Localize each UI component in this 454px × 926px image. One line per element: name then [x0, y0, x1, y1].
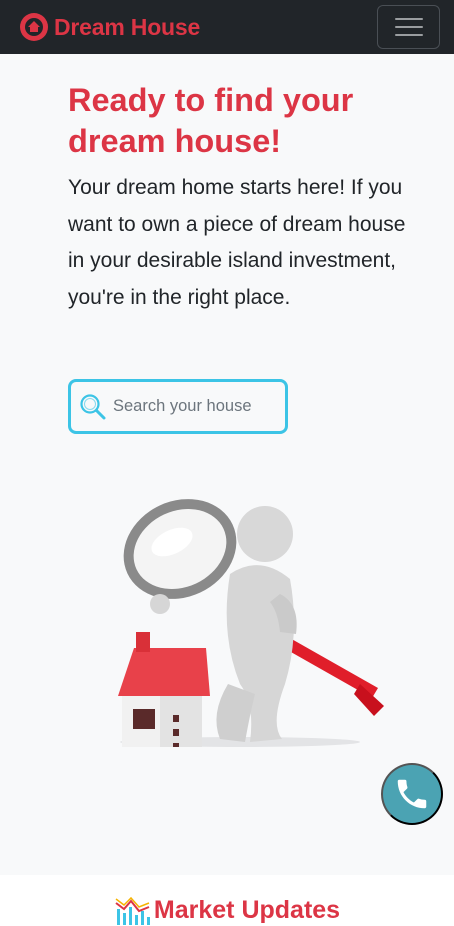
market-updates-section: Market Updates — [0, 875, 454, 926]
hamburger-menu-icon — [394, 18, 423, 36]
phone-icon — [397, 779, 427, 809]
brand-text: Dream House — [54, 13, 201, 40]
navbar: Dream House — [0, 0, 454, 54]
hero-title: Ready to find your dream house! — [68, 82, 354, 159]
chart-icon — [115, 896, 150, 925]
brand-logo-icon — [18, 11, 50, 43]
market-updates-title: Market Updates — [153, 896, 341, 924]
menu-toggle-button[interactable] — [377, 5, 440, 49]
magnifier-person-house-illustration — [118, 499, 384, 747]
search-input[interactable] — [113, 397, 273, 416]
hero-section: Ready to find your dream house! Your dre… — [0, 54, 454, 875]
search-icon — [80, 393, 106, 419]
call-button[interactable] — [381, 763, 443, 825]
search-box[interactable] — [68, 379, 288, 434]
brand-link[interactable]: Dream House — [18, 11, 200, 43]
hero-description: Your dream home starts here! If you want… — [68, 176, 406, 309]
